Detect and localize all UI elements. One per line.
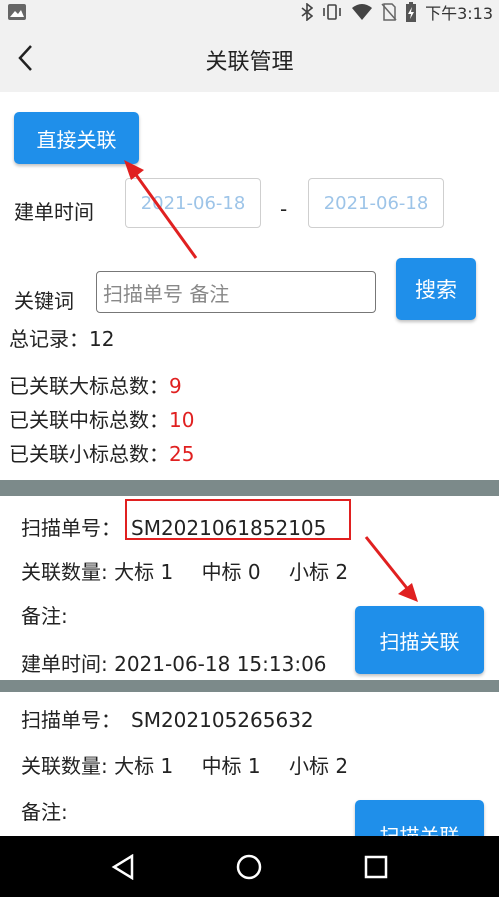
small-label: 小标 — [289, 754, 330, 778]
order-label: 扫描单号： — [21, 516, 121, 540]
circle-home-icon — [237, 854, 262, 879]
system-nav-bar — [0, 836, 499, 897]
wifi-icon — [352, 4, 373, 20]
medium-label: 中标 — [201, 560, 242, 584]
keyword-input[interactable]: 扫描单号 备注 — [96, 271, 376, 313]
date-label: 建单时间 — [14, 200, 94, 224]
created-time-label: 建单时间: — [21, 652, 108, 676]
list-item[interactable]: 扫描单号： SM2021061852105 关联数量: 大标 1 中标 0 小标 … — [0, 496, 499, 680]
note-label: 备注: — [21, 604, 68, 628]
large-qty: 1 — [160, 754, 174, 778]
total-records: 总记录：12 — [9, 323, 114, 352]
large-qty: 1 — [160, 560, 174, 584]
small-tag-total-label: 已关联小标总数： — [9, 442, 169, 466]
end-date-field[interactable]: 2021-06-18 — [308, 178, 444, 228]
scan-link-button[interactable]: 扫描关联 — [355, 606, 484, 674]
scan-link-button[interactable]: 扫描关联 — [355, 800, 484, 836]
large-label: 大标 — [114, 754, 155, 778]
bluetooth-icon — [301, 3, 314, 21]
medium-tag-total: 已关联中标总数：10 — [9, 404, 194, 433]
medium-label: 中标 — [201, 754, 242, 778]
large-label: 大标 — [114, 560, 155, 584]
medium-tag-total-label: 已关联中标总数： — [9, 408, 169, 432]
divider — [0, 480, 499, 496]
large-tag-total-value: 9 — [169, 374, 182, 398]
small-tag-total: 已关联小标总数：25 — [9, 438, 194, 467]
medium-qty: 1 — [247, 754, 261, 778]
quantity-row: 关联数量: 大标 1 中标 1 小标 2 — [21, 750, 348, 779]
square-recents-icon — [364, 855, 388, 878]
quantity-label: 关联数量: — [21, 560, 108, 584]
filter-panel: 直接关联 建单时间 2021-06-18 - 2021-06-18 关键词 扫描… — [0, 92, 499, 480]
created-time-row: 建单时间: 2021-06-18 15:13:06 — [21, 648, 327, 677]
list-item[interactable]: 扫描单号： SM202105265632 关联数量: 大标 1 中标 1 小标 2… — [0, 692, 499, 836]
status-time: 下午3:13 — [425, 4, 493, 23]
large-tag-total-label: 已关联大标总数： — [9, 374, 169, 398]
quantity-label: 关联数量: — [21, 754, 108, 778]
medium-tag-total-value: 10 — [169, 408, 195, 432]
image-icon — [8, 4, 26, 20]
order-number: SM202105265632 — [131, 708, 314, 732]
date-separator: - — [280, 197, 288, 221]
created-time-value: 2021-06-18 15:13:06 — [114, 652, 327, 676]
title-bar: 关联管理 — [0, 24, 499, 92]
small-qty: 2 — [335, 754, 349, 778]
highlight-box — [125, 499, 351, 540]
start-date-field[interactable]: 2021-06-18 — [125, 178, 261, 228]
direct-link-button[interactable]: 直接关联 — [14, 112, 139, 164]
keyword-label: 关键词 — [14, 289, 74, 313]
battery-icon — [406, 2, 417, 22]
total-records-value: 12 — [89, 327, 115, 351]
total-records-label: 总记录： — [9, 327, 89, 351]
nav-home-button[interactable] — [229, 847, 269, 887]
order-label: 扫描单号： — [21, 708, 121, 732]
triangle-back-icon — [111, 853, 134, 880]
status-bar: 下午3:13 — [0, 0, 499, 24]
large-tag-total: 已关联大标总数：9 — [9, 370, 182, 399]
nav-recents-button[interactable] — [356, 847, 396, 887]
order-row: 扫描单号： SM202105265632 — [21, 704, 314, 733]
small-tag-total-value: 25 — [169, 442, 195, 466]
vibrate-icon — [323, 4, 341, 20]
note-label: 备注: — [21, 800, 68, 824]
small-qty: 2 — [335, 560, 349, 584]
quantity-row: 关联数量: 大标 1 中标 0 小标 2 — [21, 556, 348, 585]
no-sim-icon — [381, 3, 397, 21]
medium-qty: 0 — [247, 560, 261, 584]
small-label: 小标 — [289, 560, 330, 584]
divider — [0, 680, 499, 692]
search-button[interactable]: 搜索 — [396, 258, 476, 320]
page-title: 关联管理 — [205, 50, 294, 75]
nav-back-button[interactable] — [103, 847, 143, 887]
